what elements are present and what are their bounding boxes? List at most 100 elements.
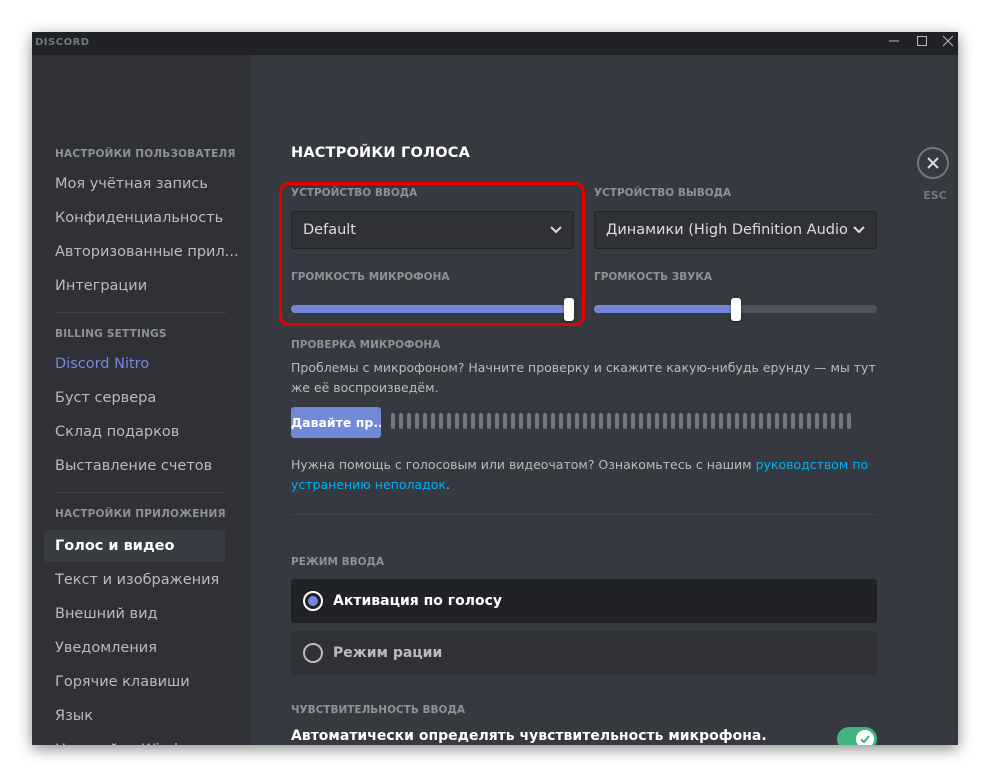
sidebar-item-my-account[interactable]: Моя учётная запись [44, 168, 225, 200]
radio-unselected-icon [303, 643, 323, 663]
meter-bar [719, 413, 723, 429]
meter-bar [551, 413, 555, 429]
radio-voice-activity[interactable]: Активация по голосу [291, 579, 877, 623]
meter-bar [775, 413, 779, 429]
close-settings-button[interactable] [917, 147, 949, 179]
meter-bar [527, 413, 531, 429]
meter-bar [503, 413, 507, 429]
meter-bar [847, 413, 851, 429]
sidebar-item-keybinds[interactable]: Горячие клавиши [44, 666, 225, 698]
mic-volume-label: ГРОМКОСТЬ МИКРОФОНА [291, 271, 450, 283]
meter-bar [399, 413, 403, 429]
meter-bar [447, 413, 451, 429]
chevron-down-icon [853, 226, 865, 234]
section-divider [291, 514, 877, 515]
meter-bar [695, 413, 699, 429]
sidebar-item-notifications[interactable]: Уведомления [44, 632, 225, 664]
meter-bar [535, 413, 539, 429]
sensitivity-label: ЧУВСТВИТЕЛЬНОСТЬ ВВОДА [291, 704, 465, 716]
sidebar-item-integrations[interactable]: Интеграции [44, 270, 225, 302]
help-text-body: Нужна помощь с голосовым или видеочатом?… [291, 457, 756, 472]
meter-bar [671, 413, 675, 429]
sidebar-item-server-boost[interactable]: Буст сервера [44, 382, 225, 414]
meter-bar [567, 413, 571, 429]
meter-bar [391, 413, 395, 429]
input-device-value: Default [303, 222, 356, 238]
meter-bar [591, 413, 595, 429]
meter-bar [487, 413, 491, 429]
meter-bar [831, 413, 835, 429]
sidebar-item-gift-inventory[interactable]: Склад подарков [44, 416, 225, 448]
meter-bar [519, 413, 523, 429]
minimize-button[interactable] [880, 32, 908, 55]
meter-bar [479, 413, 483, 429]
output-device-label: УСТРОЙСТВО ВЫВОДА [594, 187, 732, 199]
auto-sensitivity-toggle[interactable] [837, 727, 877, 745]
sidebar-item-text-images[interactable]: Текст и изображения [44, 564, 225, 596]
chevron-down-icon [550, 226, 562, 234]
radio-push-to-talk[interactable]: Режим рации [291, 631, 877, 675]
window-close-button[interactable] [934, 32, 958, 55]
sidebar-item-privacy[interactable]: Конфиденциальность [44, 202, 225, 234]
sidebar-item-discord-nitro[interactable]: Discord Nitro [44, 348, 225, 380]
meter-bar [583, 413, 587, 429]
sidebar-item-authorized-apps[interactable]: Авторизованные прил... [44, 236, 239, 268]
discord-window: DISCORD НАСТРОЙКИ ПОЛЬЗОВАТЕЛЯ Моя учётн… [32, 32, 958, 745]
sidebar-divider [55, 312, 226, 313]
meter-bar [711, 413, 715, 429]
sidebar-item-billing[interactable]: Выставление счетов [44, 450, 225, 482]
input-device-select[interactable]: Default [291, 211, 574, 249]
meter-bar [471, 413, 475, 429]
meter-bar [455, 413, 459, 429]
close-icon [942, 35, 954, 47]
meter-bar [575, 413, 579, 429]
sidebar-item-appearance[interactable]: Внешний вид [44, 598, 225, 630]
meter-bar [511, 413, 515, 429]
sidebar-item-voice-video[interactable]: Голос и видео [44, 530, 225, 562]
meter-bar [735, 413, 739, 429]
meter-bar [663, 413, 667, 429]
meter-bar [623, 413, 627, 429]
meter-bar [687, 413, 691, 429]
meter-bar [495, 413, 499, 429]
page-title: НАСТРОЙКИ ГОЛОСА [291, 145, 471, 161]
sidebar-item-language[interactable]: Язык [44, 700, 225, 732]
meter-bar [823, 413, 827, 429]
output-volume-slider[interactable] [594, 298, 877, 321]
meter-bar [815, 413, 819, 429]
output-volume-label: ГРОМКОСТЬ ЗВУКА [594, 271, 713, 283]
meter-bar [727, 413, 731, 429]
settings-sidebar: НАСТРОЙКИ ПОЛЬЗОВАТЕЛЯ Моя учётная запис… [32, 55, 251, 745]
meter-bar [559, 413, 563, 429]
meter-bar [463, 413, 467, 429]
mic-volume-slider[interactable] [291, 298, 574, 321]
meter-bar [639, 413, 643, 429]
meter-bar [759, 413, 763, 429]
meter-bar [807, 413, 811, 429]
meter-bar [407, 413, 411, 429]
sidebar-item-windows-settings[interactable]: Настройки Windows [44, 734, 225, 745]
sidebar-divider [55, 492, 226, 493]
mic-test-label: ПРОВЕРКА МИКРОФОНА [291, 339, 441, 351]
meter-bar [415, 413, 419, 429]
mic-level-meter [391, 413, 861, 429]
title-bar: DISCORD [32, 32, 958, 55]
meter-bar [543, 413, 547, 429]
mic-volume-handle[interactable] [564, 298, 574, 321]
input-mode-label: РЕЖИМ ВВОДА [291, 556, 385, 568]
sidebar-header-app-settings: НАСТРОЙКИ ПРИЛОЖЕНИЯ [55, 508, 226, 520]
auto-sensitivity-text: Автоматически определять чувствительност… [291, 728, 767, 744]
output-device-select[interactable]: Динамики (High Definition Audio Device) [594, 211, 877, 249]
mic-test-button[interactable]: Давайте пр... [291, 407, 381, 438]
maximize-button[interactable] [908, 32, 936, 55]
meter-bar [743, 413, 747, 429]
meter-bar [615, 413, 619, 429]
voice-settings-content: НАСТРОЙКИ ГОЛОСА УСТРОЙСТВО ВВОДА Defaul… [251, 55, 958, 745]
radio-selected-icon [303, 591, 323, 611]
checkmark-icon [860, 735, 870, 744]
help-text: Нужна помощь с голосовым или видеочатом?… [291, 455, 881, 495]
output-volume-handle[interactable] [730, 298, 741, 321]
sidebar-header-user-settings: НАСТРОЙКИ ПОЛЬЗОВАТЕЛЯ [55, 148, 236, 160]
output-volume-fill [594, 305, 736, 313]
mic-volume-fill [291, 305, 569, 313]
